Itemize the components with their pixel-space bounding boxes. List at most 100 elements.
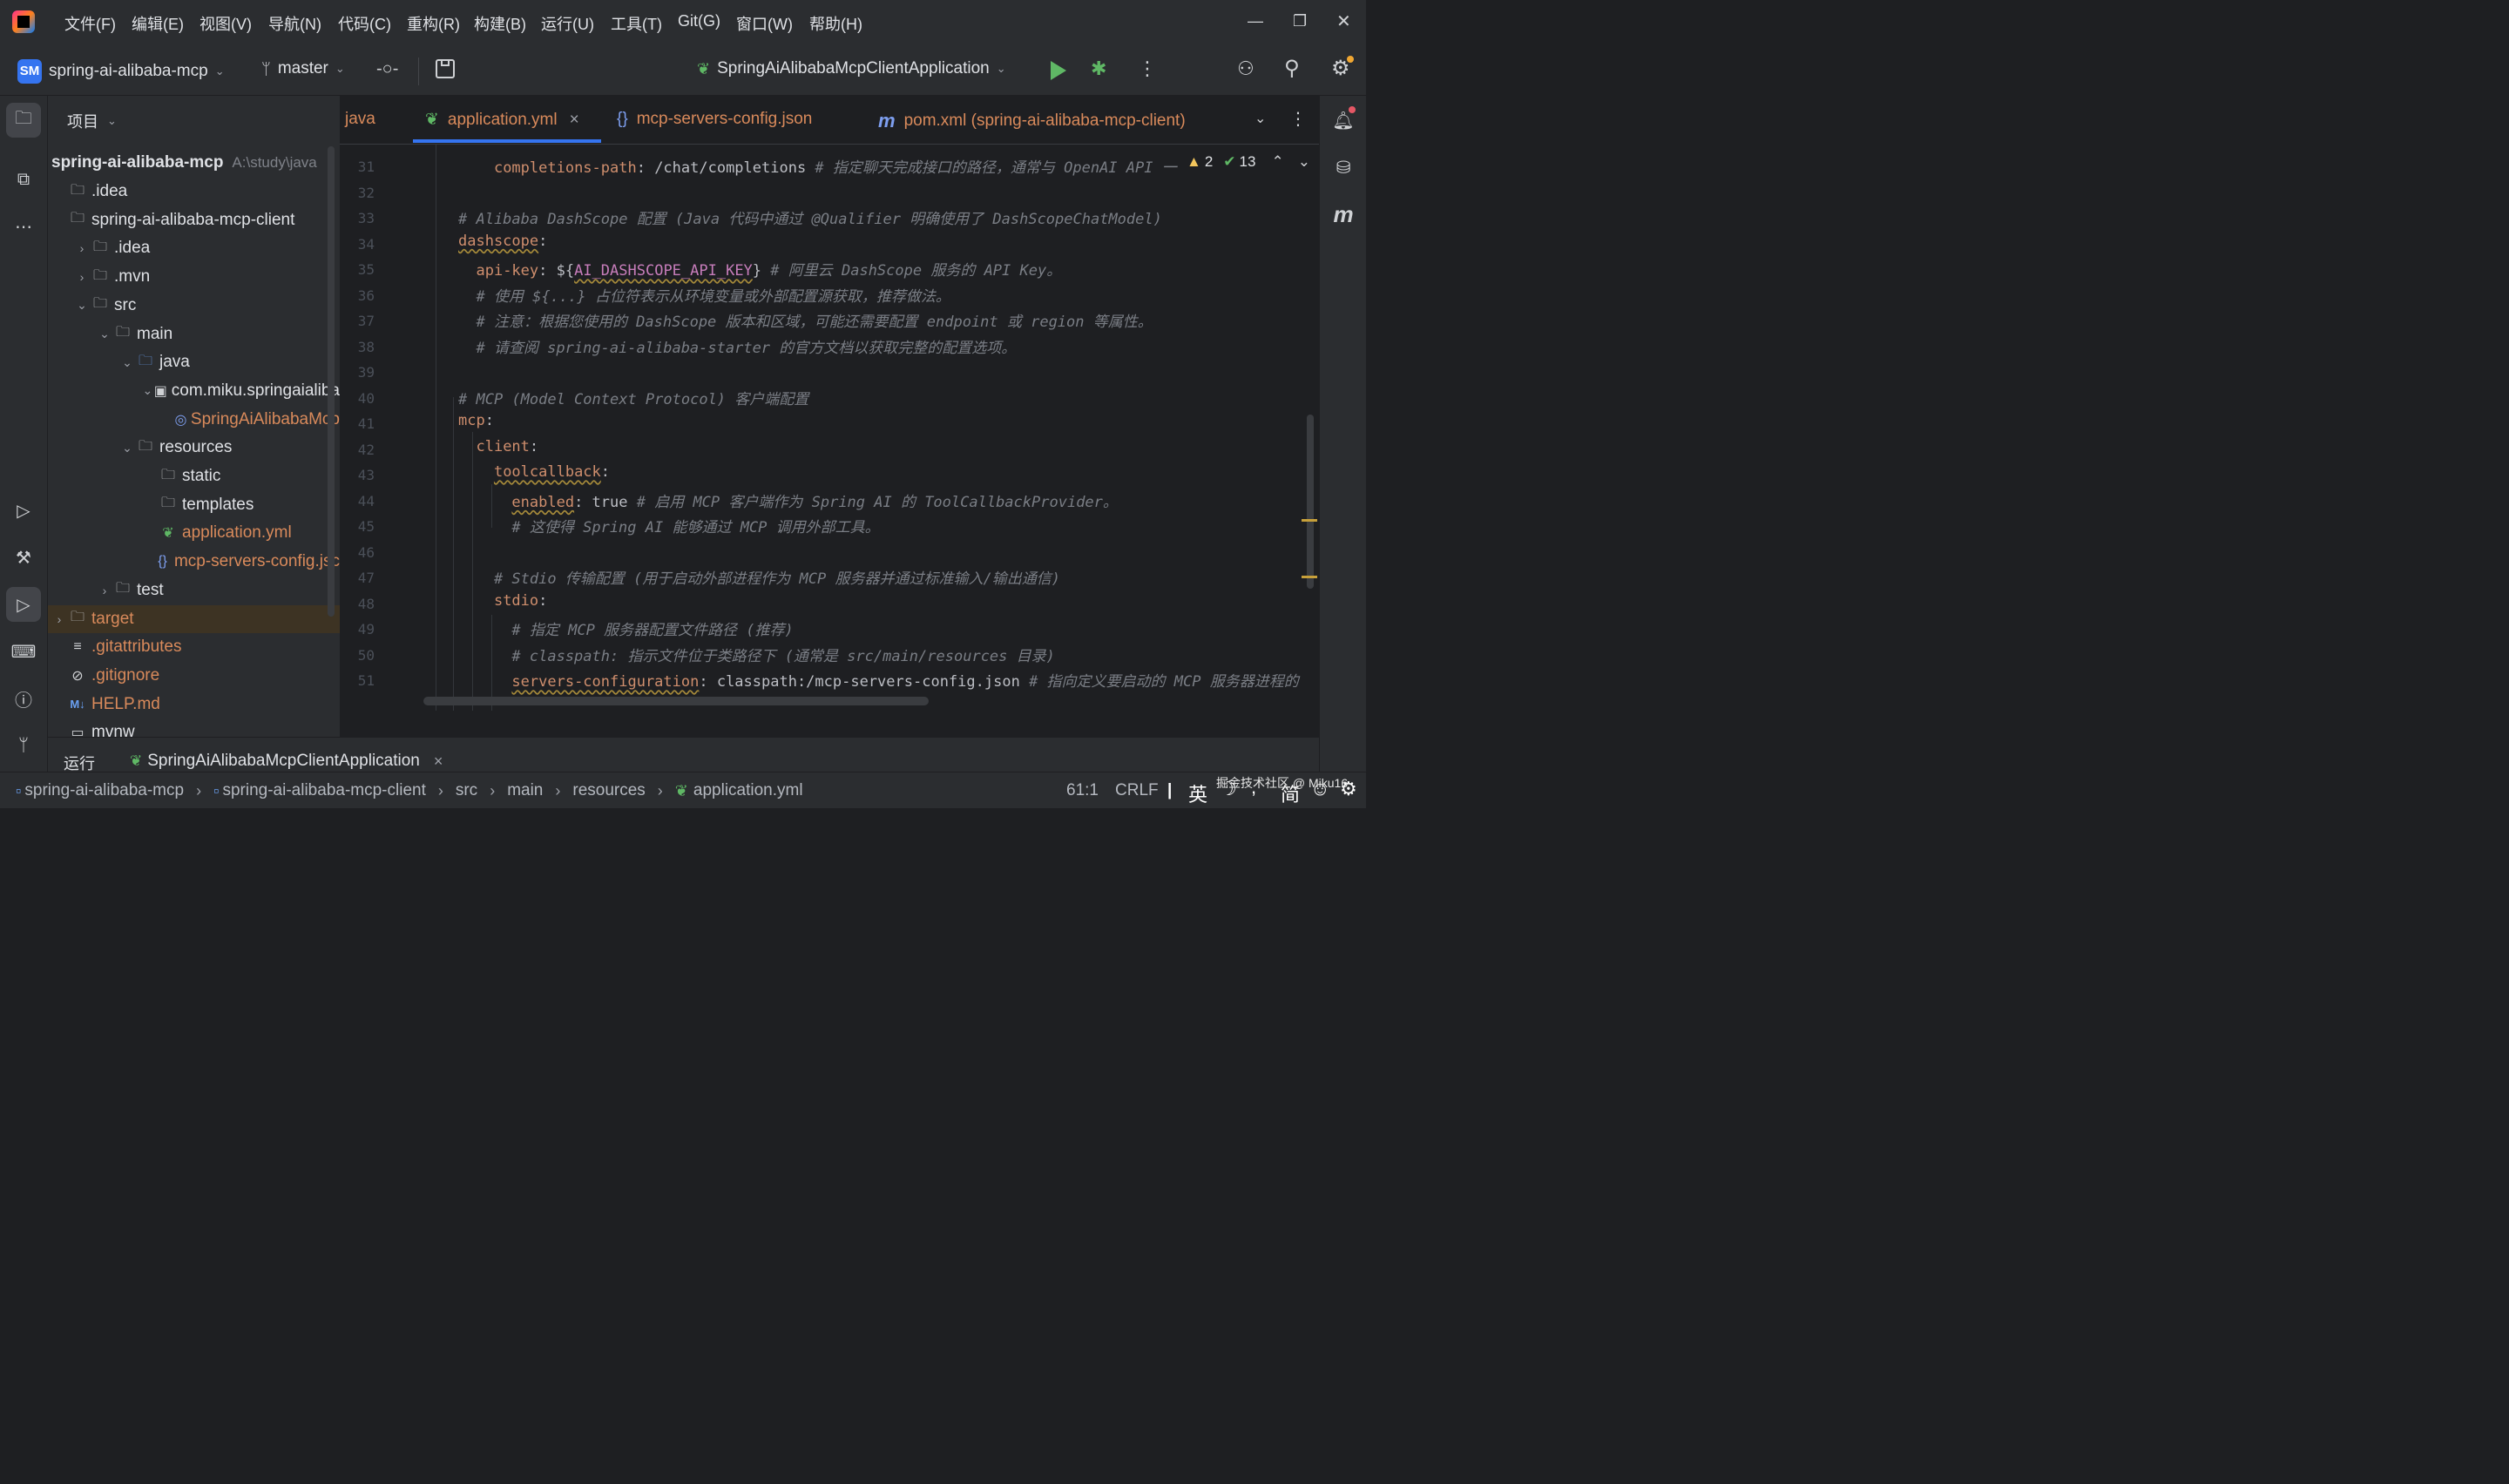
next-highlight-icon[interactable]: ⌄ <box>1298 153 1310 171</box>
problems-icon[interactable]: ⓘ <box>6 681 41 716</box>
restore-icon[interactable]: ❐ <box>1293 12 1307 30</box>
tree-row[interactable]: ❦ application.yml <box>48 519 340 547</box>
build-hammer-icon[interactable]: ⚒ <box>6 540 41 575</box>
chevron-icon[interactable]: › <box>74 270 90 284</box>
caret-position[interactable]: 61:1 <box>1066 781 1099 800</box>
project-pane-header[interactable]: 项目 ⌄ <box>67 110 117 132</box>
code-line[interactable]: # classpath: 指示文件位于类路径下 (通常是 src/main/re… <box>458 644 1054 665</box>
tree-row[interactable]: 🗀 templates <box>48 491 340 519</box>
commit-icon[interactable]: -○- <box>376 59 398 79</box>
branch-selector[interactable]: ᛘ master ⌄ <box>261 59 345 78</box>
tree-row[interactable]: ⌄ 🗀 java <box>48 348 340 376</box>
breadcrumb-item[interactable]: application.yml <box>693 781 803 800</box>
code-line[interactable]: # 使用 ${...} 占位符表示从环境变量或外部配置源获取，推荐做法。 <box>458 284 950 306</box>
tree-row[interactable]: ⊘ .gitignore <box>48 662 340 690</box>
inspection-widget[interactable]: ▲ 2 ✔ 13 ⌃ ⌄ <box>1187 153 1310 171</box>
menu-item-10[interactable]: 窗口(W) <box>736 12 793 35</box>
breadcrumb-item[interactable]: resources <box>572 781 645 800</box>
code-line[interactable]: api-key: ${AI_DASHSCOPE_API_KEY} # 阿里云 D… <box>458 258 1061 280</box>
code-line[interactable]: stdio: <box>458 592 547 610</box>
services-icon[interactable]: ▷ <box>6 493 41 528</box>
chevron-icon[interactable]: ⌄ <box>74 298 90 313</box>
run-config-tab[interactable]: ❦ SpringAiAlibabaMcpClientApplication × <box>130 752 443 771</box>
project-selector[interactable]: SM spring-ai-alibaba-mcp ⌄ <box>17 59 225 84</box>
settings-icon[interactable]: ⚙ <box>1331 56 1354 81</box>
code-line[interactable]: # 这使得 Spring AI 能够通过 MCP 调用外部工具。 <box>458 515 879 536</box>
menu-item-5[interactable]: 重构(R) <box>407 12 460 35</box>
warning-marker[interactable] <box>1302 519 1317 522</box>
code-line[interactable]: # Stdio 传输配置 (用于启动外部进程作为 MCP 服务器并通过标准输入/… <box>458 566 1060 588</box>
menu-item-3[interactable]: 导航(N) <box>268 12 321 35</box>
ime-language[interactable]: 英 <box>1188 779 1207 807</box>
structure-icon[interactable]: ⧉ <box>6 162 41 197</box>
more-actions-icon[interactable]: ⋮ <box>1138 57 1157 80</box>
tree-row[interactable]: {} mcp-servers-config.jsc <box>48 548 340 576</box>
code-line[interactable]: servers-configuration: classpath:/mcp-se… <box>458 669 1298 691</box>
menu-item-11[interactable]: 帮助(H) <box>809 12 862 35</box>
search-icon[interactable]: ⚲ <box>1284 56 1300 81</box>
app-logo-icon[interactable] <box>12 10 35 33</box>
menu-item-6[interactable]: 构建(B) <box>474 12 526 35</box>
code-line[interactable]: enabled: true # 启用 MCP 客户端作为 Spring AI 的… <box>458 489 1117 511</box>
chevron-icon[interactable]: ⌄ <box>142 383 153 398</box>
vertical-scrollbar[interactable] <box>1307 415 1314 589</box>
code-line[interactable]: # MCP (Model Context Protocol) 客户端配置 <box>458 387 808 408</box>
chevron-icon[interactable]: › <box>74 241 90 255</box>
project-folder-icon[interactable]: 🗀 <box>6 103 41 138</box>
run-tool-icon[interactable]: ▷ <box>6 587 41 622</box>
breadcrumb-item[interactable]: spring-ai-alibaba-mcp <box>24 781 184 800</box>
tree-row[interactable]: ▭ mvnw <box>48 718 340 737</box>
tree-row[interactable]: ⌄ 🗀 src <box>48 292 340 320</box>
editor-tab-0[interactable]: java <box>345 110 375 129</box>
tree-row[interactable]: › 🗀 target <box>48 604 340 633</box>
code-line[interactable]: # 指定 MCP 服务器配置文件路径 (推荐) <box>458 617 793 639</box>
breadcrumb-item[interactable]: main <box>507 781 543 800</box>
editor-tab-3[interactable]: m pom.xml (spring-ai-alibaba-mcp-client) <box>878 110 1186 132</box>
run-config-selector[interactable]: ❦ SpringAiAlibabaMcpClientApplication ⌄ <box>697 59 1006 78</box>
code-line[interactable]: # 请查阅 spring-ai-alibaba-starter 的官方文档以获取… <box>458 335 1016 357</box>
horizontal-scrollbar[interactable] <box>423 697 929 705</box>
tree-row[interactable]: ≡ .gitattributes <box>48 633 340 661</box>
chevron-icon[interactable]: ⌄ <box>119 441 135 455</box>
maven-icon[interactable]: m <box>1326 197 1361 232</box>
close-run-tab-icon[interactable]: × <box>434 752 443 771</box>
git-icon[interactable]: ᛘ <box>6 728 41 763</box>
code-line[interactable]: # Alibaba DashScope 配置 (Java 代码中通过 @Qual… <box>458 206 1162 228</box>
menu-item-4[interactable]: 代码(C) <box>338 12 391 35</box>
more-tools-icon[interactable]: ⋯ <box>6 209 41 244</box>
close-window-icon[interactable]: ✕ <box>1336 10 1351 32</box>
tabs-dropdown-icon[interactable]: ⌄ <box>1254 110 1266 127</box>
editor-tab-1[interactable]: ❦ application.yml × <box>425 110 579 130</box>
chevron-icon[interactable]: › <box>97 583 112 597</box>
chevron-icon[interactable]: ⌄ <box>119 355 135 370</box>
code-editor[interactable]: 31 32 33 34 35 36 37 38 39 40 41 42 43 44 45 46 47 48 49 50… <box>340 145 1319 737</box>
tree-row[interactable]: ⌄ 🗀 main <box>48 320 340 348</box>
run-icon[interactable] <box>1051 61 1066 80</box>
code-line[interactable]: # 注意：根据您使用的 DashScope 版本和区域，可能还需要配置 endp… <box>458 309 1152 331</box>
menu-item-2[interactable]: 视图(V) <box>200 12 252 35</box>
code-line[interactable]: toolcallback: <box>458 463 610 481</box>
warning-marker[interactable] <box>1302 576 1317 578</box>
prev-highlight-icon[interactable]: ⌃ <box>1271 153 1283 171</box>
editor-tab-2[interactable]: {} mcp-servers-config.json <box>617 110 812 129</box>
breadcrumb-item[interactable]: src <box>456 781 477 800</box>
code-line[interactable]: dashscope: <box>458 233 547 250</box>
breadcrumb-item[interactable]: spring-ai-alibaba-mcp-client <box>222 781 425 800</box>
menu-item-7[interactable]: 运行(U) <box>541 12 594 35</box>
notifications-icon[interactable]: 🔔︎ <box>1326 103 1361 138</box>
tree-row[interactable]: ⌄ ▣ com.miku.springaialiba <box>48 377 341 405</box>
menu-item-9[interactable]: Git(G) <box>678 12 720 30</box>
menu-item-0[interactable]: 文件(F) <box>64 12 116 35</box>
tree-row[interactable]: 🗀 spring-ai-alibaba-mcp-client <box>48 206 340 234</box>
tree-row[interactable]: ⌄ 🗀 resources <box>48 434 340 462</box>
save-icon[interactable] <box>436 59 455 78</box>
code-line[interactable]: mcp: <box>458 412 494 429</box>
code-line[interactable]: client: <box>458 438 538 455</box>
terminal-icon[interactable]: ⌨ <box>6 634 41 669</box>
chevron-icon[interactable]: ⌄ <box>97 327 112 341</box>
tree-row[interactable]: › 🗀 test <box>48 577 340 604</box>
tree-scrollbar[interactable] <box>328 146 335 617</box>
close-tab-icon[interactable]: × <box>570 111 579 130</box>
chevron-icon[interactable]: › <box>51 612 67 626</box>
tabs-more-icon[interactable]: ⋮ <box>1289 108 1307 130</box>
